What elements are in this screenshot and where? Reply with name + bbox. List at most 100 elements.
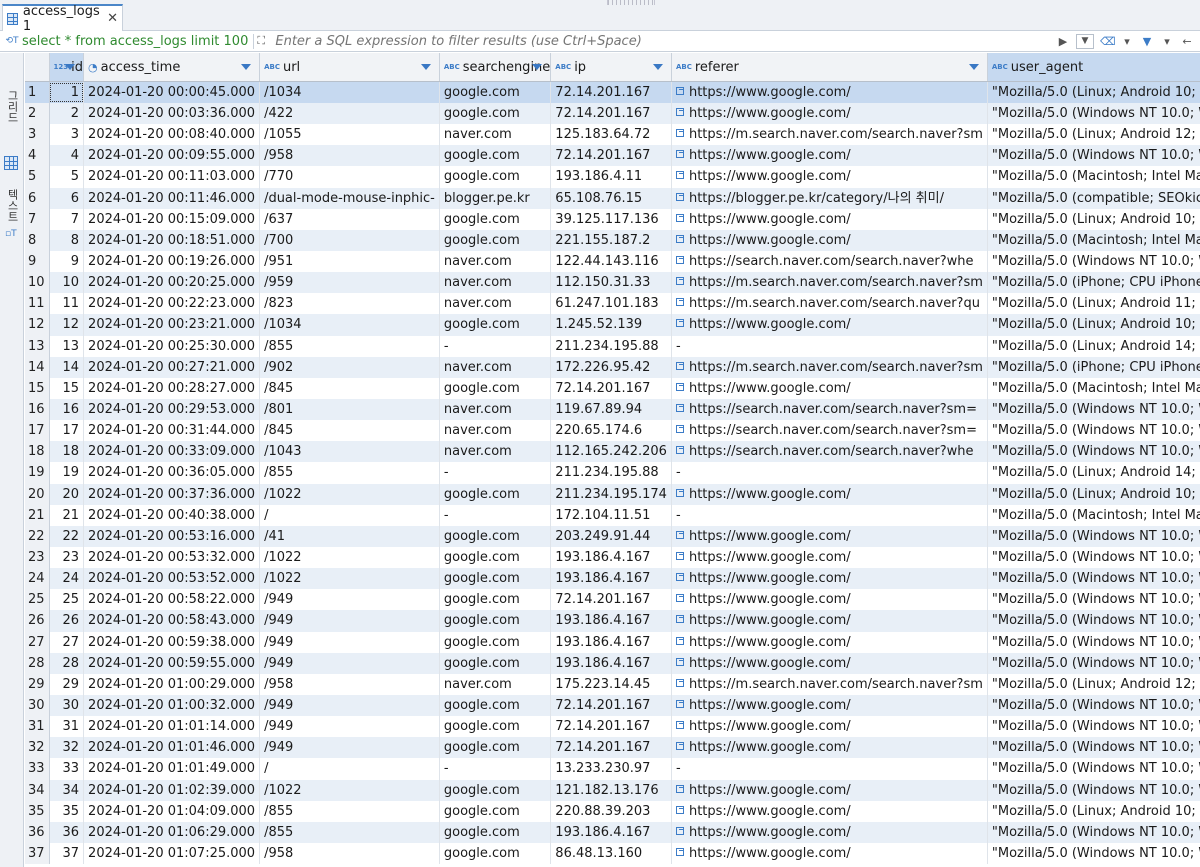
cell-user_agent[interactable]: "Mozilla/5.0 (Linux; Android 14; SM-S918… (987, 335, 1200, 357)
cell-user_agent[interactable]: "Mozilla/5.0 (Linux; Android 10; K) Appl… (987, 314, 1200, 336)
table-row[interactable]: 2 2 2024-01-20 00:03:36.000/422 google.com 7… (25, 103, 1200, 125)
cell-user_agent[interactable]: "Mozilla/5.0 (Windows NT 10.0; Win64; x6… (987, 568, 1200, 590)
cell-access_time[interactable]: 2024-01-20 00:09:55.000 (83, 145, 261, 167)
cell-access_time[interactable]: 2024-01-20 00:25:30.000 (83, 335, 261, 357)
cell-user_agent[interactable]: "Mozilla/5.0 (iPhone; CPU iPhone OS 17_2… (987, 272, 1200, 294)
cell-id[interactable]: 3 (49, 124, 85, 146)
cell-access_time[interactable]: 2024-01-20 00:11:46.000 (83, 187, 261, 209)
cell-id[interactable]: 19 (49, 462, 85, 484)
cell-access_time[interactable]: 2024-01-20 00:11:03.000 (83, 166, 261, 188)
cell-referer[interactable]: https://www.google.com/ (671, 779, 988, 801)
cell-searchengine[interactable]: google.com (439, 525, 552, 547)
corner-cell[interactable] (25, 53, 50, 82)
link-icon[interactable] (675, 847, 684, 856)
cell-referer[interactable]: https://www.google.com/ (671, 103, 988, 125)
cell-searchengine[interactable]: - (439, 462, 552, 484)
cell-user_agent[interactable]: "Mozilla/5.0 (Macintosh; Intel Mac OS X … (987, 377, 1200, 399)
cell-url[interactable]: /770 (259, 166, 440, 188)
cell-referer[interactable]: https://search.naver.com/search.naver?sm… (671, 420, 988, 442)
cell-id[interactable]: 35 (49, 800, 85, 822)
cell-searchengine[interactable]: - (439, 758, 552, 780)
cell-referer[interactable]: - (671, 462, 988, 484)
cell-access_time[interactable]: 2024-01-20 01:07:25.000 (83, 842, 261, 865)
table-row[interactable]: 3 3 2024-01-20 00:08:40.000/1055 naver.com 1… (25, 124, 1200, 146)
cell-url[interactable]: /958 (259, 673, 440, 695)
table-row[interactable]: 15 15 2024-01-20 00:28:27.000/845 google.co… (25, 377, 1200, 399)
table-row[interactable]: 28 28 2024-01-20 00:59:55.000/949 google.co… (25, 652, 1200, 674)
expand-icon[interactable]: ⛶ (257, 34, 271, 48)
cell-user_agent[interactable]: "Mozilla/5.0 (Linux; Android 12; SM-G973… (987, 673, 1200, 695)
row-number[interactable]: 18 (25, 441, 50, 463)
link-icon[interactable] (675, 150, 684, 159)
cell-access_time[interactable]: 2024-01-20 00:15:09.000 (83, 208, 261, 230)
cell-id[interactable]: 28 (49, 652, 85, 674)
row-number[interactable]: 7 (25, 208, 50, 230)
cell-access_time[interactable]: 2024-01-20 00:53:32.000 (83, 546, 261, 569)
cell-user_agent[interactable]: "Mozilla/5.0 (Windows NT 10.0; Win64; x6… (987, 694, 1200, 717)
cell-ip[interactable]: 39.125.117.136 (550, 208, 672, 230)
cell-searchengine[interactable]: google.com (439, 610, 552, 632)
filter-history-dropdown-icon[interactable]: ▼ (1076, 33, 1094, 49)
link-icon[interactable] (675, 213, 684, 222)
cell-url[interactable]: /41 (259, 525, 440, 547)
cell-referer[interactable]: https://www.google.com/ (671, 145, 988, 167)
table-row[interactable]: 10 10 2024-01-20 00:20:25.000/959 naver.com… (25, 272, 1200, 294)
cell-searchengine[interactable]: google.com (439, 589, 552, 611)
cell-ip[interactable]: 72.14.201.167 (550, 145, 672, 167)
cell-searchengine[interactable]: google.com (439, 546, 552, 569)
filter-input[interactable] (275, 33, 1076, 49)
cell-access_time[interactable]: 2024-01-20 00:22:23.000 (83, 293, 261, 315)
table-row[interactable]: 1 1 2024-01-20 00:00:45.000/1034 google.com… (25, 81, 1200, 103)
close-icon[interactable]: ✕ (107, 11, 118, 26)
cell-searchengine[interactable]: google.com (439, 166, 552, 188)
row-number[interactable]: 12 (25, 314, 50, 336)
cell-ip[interactable]: 211.234.195.174 (550, 483, 672, 505)
table-row[interactable]: 18 18 2024-01-20 00:33:09.000/1043 naver.co… (25, 441, 1200, 463)
row-number[interactable]: 4 (25, 145, 50, 167)
row-number[interactable]: 17 (25, 420, 50, 442)
row-number[interactable]: 30 (25, 694, 50, 717)
cell-user_agent[interactable]: "Mozilla/5.0 (Windows NT 10.0; Win64; x6… (987, 145, 1200, 167)
cell-ip[interactable]: 72.14.201.167 (550, 81, 672, 103)
table-row[interactable]: 36 36 2024-01-20 01:06:29.000/855 google.co… (25, 821, 1200, 843)
table-row[interactable]: 35 35 2024-01-20 01:04:09.000/855 google.co… (25, 800, 1200, 822)
row-number[interactable]: 15 (25, 377, 50, 399)
tab-access-logs[interactable]: access_logs 1 ✕ (2, 4, 123, 34)
cell-url[interactable]: /949 (259, 589, 440, 611)
cell-searchengine[interactable]: - (439, 504, 552, 526)
cell-id[interactable]: 26 (49, 610, 85, 632)
row-number[interactable]: 10 (25, 272, 50, 294)
table-row[interactable]: 19 19 2024-01-20 00:36:05.000/855-211.234.… (25, 462, 1200, 484)
sql-query-text[interactable]: select * from access_logs limit 100 (22, 34, 248, 49)
cell-id[interactable]: 17 (49, 420, 85, 442)
cell-referer[interactable]: - (671, 504, 988, 526)
cell-ip[interactable]: 220.88.39.203 (550, 800, 672, 822)
link-icon[interactable] (675, 678, 684, 687)
link-icon[interactable] (675, 277, 684, 286)
cell-ip[interactable]: 72.14.201.167 (550, 103, 672, 125)
cell-id[interactable]: 36 (49, 821, 85, 843)
cell-url[interactable]: /1034 (259, 314, 440, 336)
cell-searchengine[interactable]: google.com (439, 842, 552, 865)
link-icon[interactable] (675, 805, 684, 814)
cell-ip[interactable]: 220.65.174.6 (550, 420, 672, 442)
panel-resize-grip[interactable] (607, 0, 655, 5)
row-number[interactable]: 29 (25, 673, 50, 695)
cell-access_time[interactable]: 2024-01-20 00:00:45.000 (83, 81, 261, 103)
cell-user_agent[interactable]: "Mozilla/5.0 (Windows NT 10.0; Win64; x6… (987, 420, 1200, 442)
cell-url[interactable]: /637 (259, 208, 440, 230)
cell-url[interactable]: /700 (259, 229, 440, 251)
cell-access_time[interactable]: 2024-01-20 01:06:29.000 (83, 821, 261, 843)
row-number[interactable]: 11 (25, 293, 50, 315)
link-icon[interactable] (675, 721, 684, 730)
cell-ip[interactable]: 112.150.31.33 (550, 272, 672, 294)
cell-ip[interactable]: 175.223.14.45 (550, 673, 672, 695)
table-row[interactable]: 37 37 2024-01-20 01:07:25.000/958 google.co… (25, 842, 1200, 865)
cell-referer[interactable]: https://m.search.naver.com/search.naver?… (671, 356, 988, 378)
row-number[interactable]: 8 (25, 229, 50, 251)
cell-user_agent[interactable]: "Mozilla/5.0 (Linux; Android 12; SM-G977… (987, 124, 1200, 146)
row-number[interactable]: 32 (25, 737, 50, 759)
cell-user_agent[interactable]: "Mozilla/5.0 (Windows NT 10.0; Win64; x6… (987, 610, 1200, 632)
row-number[interactable]: 31 (25, 716, 50, 738)
cell-url[interactable]: /958 (259, 842, 440, 865)
